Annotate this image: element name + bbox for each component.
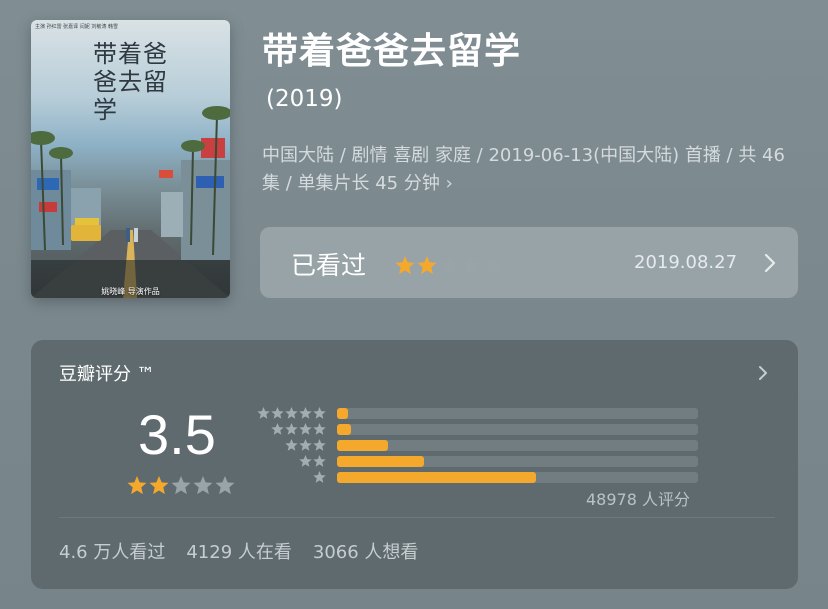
distribution-bar-fill xyxy=(337,408,348,419)
stat-watched: 4.6 万人看过 xyxy=(59,542,166,563)
movie-meta-link[interactable]: 中国大陆 / 剧情 喜剧 家庭 / 2019-06-13(中国大陆) 首播 / … xyxy=(262,142,807,198)
distribution-bar-track xyxy=(337,456,698,467)
star-icon xyxy=(299,423,312,435)
star-icon xyxy=(313,471,326,483)
chevron-right-icon[interactable] xyxy=(764,253,776,273)
star-icon xyxy=(257,407,270,419)
user-rating-stars xyxy=(395,256,503,276)
distribution-stars-label xyxy=(299,455,326,468)
star-icon xyxy=(313,423,326,435)
star-empty-icon xyxy=(171,476,191,495)
star-filled-icon xyxy=(127,476,147,495)
distribution-stars-label xyxy=(257,407,326,420)
distribution-row-4-star xyxy=(255,423,705,435)
star-icon xyxy=(299,455,312,467)
movie-year: (2019) xyxy=(266,86,343,112)
poster-subtitle: 姚晓峰 导演作品 xyxy=(101,287,160,296)
chevron-right-icon[interactable] xyxy=(758,365,768,381)
distribution-row-2-star xyxy=(255,455,705,467)
distribution-bar-track xyxy=(337,472,698,483)
distribution-bar-fill xyxy=(337,424,351,435)
rating-score: 3.5 xyxy=(138,403,216,466)
rating-title: 豆瓣评分 ™ xyxy=(59,364,155,385)
rating-count: 48978 人评分 xyxy=(586,490,690,509)
star-icon xyxy=(299,407,312,419)
star-empty-icon xyxy=(483,256,503,275)
distribution-row-3-star xyxy=(255,439,705,451)
star-icon xyxy=(299,439,312,451)
star-filled-icon xyxy=(149,476,169,495)
rating-score-stars xyxy=(127,476,235,496)
distribution-bar-track xyxy=(337,424,698,435)
distribution-stars-label xyxy=(285,439,326,452)
star-filled-icon xyxy=(395,256,415,275)
douban-rating-card[interactable]: 豆瓣评分 ™ 3.5 48978 人评分 4.6 万人看过 4129 人在看 3… xyxy=(31,340,798,589)
star-icon xyxy=(271,423,284,435)
star-icon xyxy=(313,407,326,419)
star-filled-icon xyxy=(417,256,437,275)
distribution-row-1-star xyxy=(255,471,705,483)
movie-title: 带着爸爸去留学 xyxy=(262,31,522,72)
poster-image[interactable]: 主演 孙红雷 张嘉译 闫妮 刘敏涛 韩雪 带着爸爸去留学 姚晓峰 导演作品 xyxy=(31,20,230,298)
star-icon xyxy=(285,407,298,419)
poster-credits: 主演 孙红雷 张嘉译 闫妮 刘敏涛 韩雪 xyxy=(35,24,118,30)
star-icon xyxy=(285,423,298,435)
watched-label: 已看过 xyxy=(291,251,367,280)
distribution-bar-track xyxy=(337,408,698,419)
distribution-bar-fill xyxy=(337,456,424,467)
audience-stats: 4.6 万人看过 4129 人在看 3066 人想看 xyxy=(59,538,418,564)
distribution-bar-fill xyxy=(337,472,536,483)
poster-title: 带着爸爸去留学 xyxy=(93,40,168,124)
distribution-bar-track xyxy=(337,440,698,451)
distribution-stars-label xyxy=(271,423,326,436)
star-icon xyxy=(271,407,284,419)
star-empty-icon xyxy=(193,476,213,495)
distribution-bar-fill xyxy=(337,440,388,451)
star-empty-icon xyxy=(439,256,459,275)
watched-date: 2019.08.27 xyxy=(634,252,738,273)
distribution-row-5-star xyxy=(255,407,705,419)
stat-watching: 4129 人在看 xyxy=(186,542,292,563)
star-icon xyxy=(313,455,326,467)
stat-wishlist: 3066 人想看 xyxy=(312,542,419,563)
distribution-stars-label xyxy=(313,471,326,484)
star-empty-icon xyxy=(461,256,481,275)
star-icon xyxy=(285,439,298,451)
star-empty-icon xyxy=(215,476,235,495)
star-icon xyxy=(313,439,326,451)
watched-status-button[interactable]: 已看过 2019.08.27 xyxy=(260,227,798,298)
divider xyxy=(59,517,775,518)
